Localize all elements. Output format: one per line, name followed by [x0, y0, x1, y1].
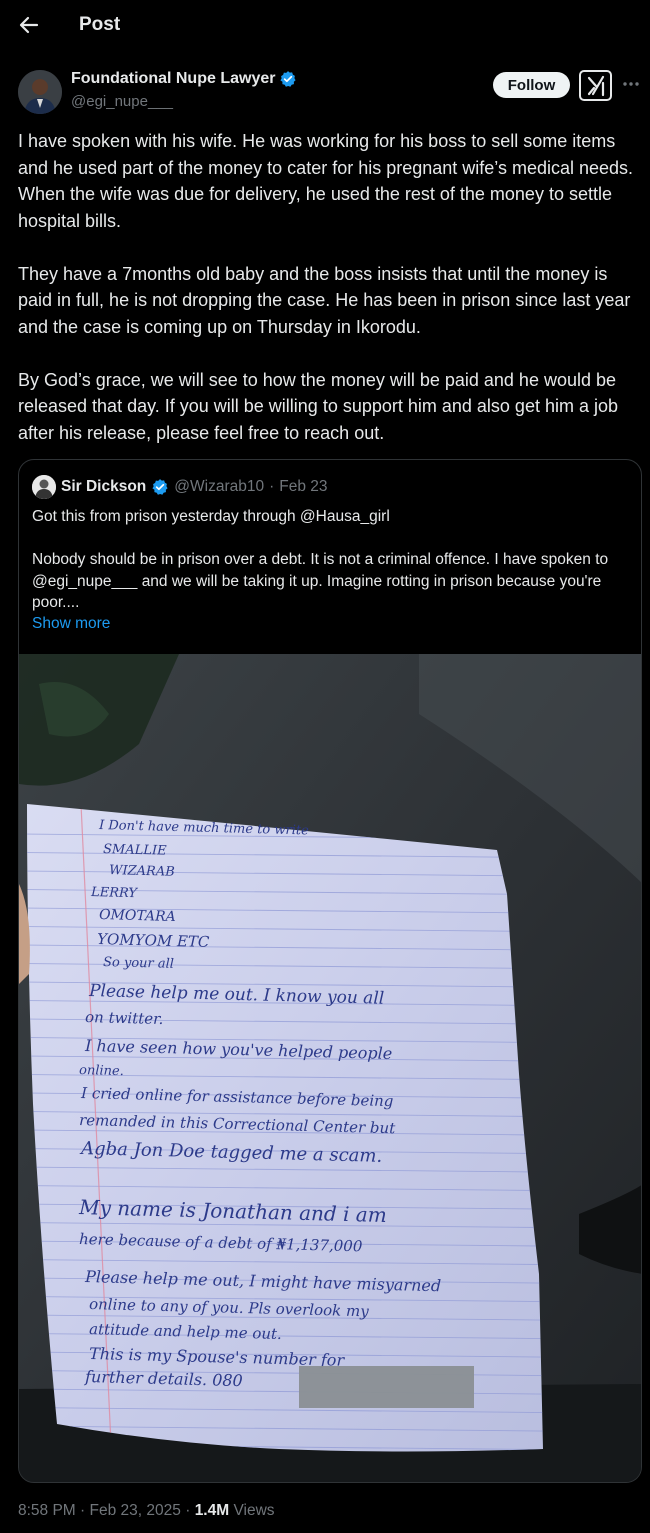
views-label: Views	[233, 1502, 275, 1519]
verified-badge-icon	[152, 479, 168, 495]
dot-separator: ·	[80, 1502, 86, 1519]
letter-line: So your all	[103, 955, 174, 972]
grok-icon	[587, 75, 604, 96]
more-button[interactable]	[620, 74, 642, 94]
arrow-left-icon	[19, 16, 39, 34]
verified-badge-icon	[280, 71, 297, 87]
author-handle[interactable]: @egi_nupe___	[71, 93, 173, 110]
letter-line: WIZARAB	[109, 863, 175, 880]
show-more-link[interactable]: Show more	[32, 615, 110, 633]
letter-line: online.	[79, 1063, 124, 1079]
views-count: 1.4M	[194, 1502, 230, 1519]
letter-line: YOMYOM ETC	[97, 930, 210, 951]
post-paragraph: By God’s grace, we will see to how the m…	[18, 369, 618, 443]
quoted-post-date[interactable]: Feb 23	[279, 478, 327, 496]
dot-separator: ·	[269, 478, 275, 495]
quoted-author-handle[interactable]: @Wizarab10	[174, 478, 264, 496]
back-button[interactable]	[14, 10, 44, 40]
dot-separator: ·	[185, 1502, 191, 1519]
letter-line: on twitter.	[85, 1008, 164, 1028]
post-time[interactable]: 8:58 PM	[18, 1502, 76, 1519]
quoted-post-header: Sir Dickson @Wizarab10 · Feb 23	[32, 475, 328, 499]
letter-line: SMALLIE	[103, 842, 167, 859]
quoted-post[interactable]: Sir Dickson @Wizarab10 · Feb 23 Got this…	[18, 459, 642, 1483]
grok-button[interactable]	[579, 70, 612, 101]
post-text: I have spoken with his wife. He was work…	[18, 128, 646, 446]
page-title: Post	[79, 14, 121, 35]
post-metadata: 8:58 PM · Feb 23, 2025 · 1.4M Views	[18, 1502, 275, 1520]
post-author: Foundational Nupe Lawyer @egi_nupe___ Fo…	[0, 62, 650, 122]
quoted-author-name[interactable]: Sir Dickson	[61, 478, 146, 496]
letter-photo[interactable]: I Don't have much time to write SMALLIE WI…	[19, 654, 641, 1482]
post-paragraph: I have spoken with his wife. He was work…	[18, 131, 634, 231]
quoted-paragraph: Nobody should be in prison over a debt. …	[32, 551, 609, 611]
post-date[interactable]: Feb 23, 2025	[90, 1502, 181, 1519]
avatar[interactable]	[18, 70, 62, 114]
top-bar: Post	[0, 0, 650, 52]
more-icon	[623, 82, 639, 86]
follow-button[interactable]: Follow	[493, 72, 570, 98]
letter-line: LERRY	[90, 885, 139, 901]
quoted-paragraph: Got this from prison yesterday through @…	[32, 508, 390, 525]
letter-photo-graphic: I Don't have much time to writeSMALLIEWI…	[19, 654, 641, 1482]
quoted-post-text: Got this from prison yesterday through @…	[32, 506, 632, 614]
letter-line: OMOTARA	[99, 907, 176, 925]
post-paragraph: They have a 7months old baby and the bos…	[18, 263, 631, 337]
author-name[interactable]: Foundational Nupe Lawyer	[71, 70, 297, 88]
quoted-avatar[interactable]	[32, 475, 56, 499]
